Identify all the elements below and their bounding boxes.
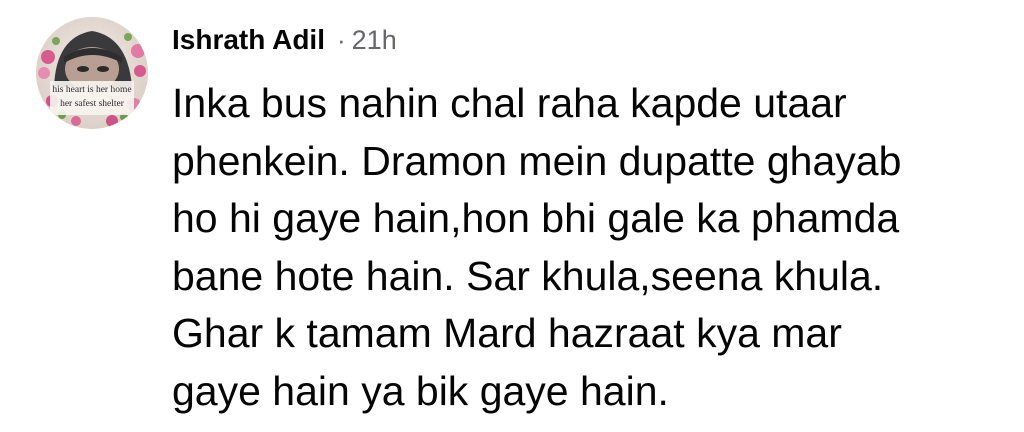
avatar[interactable]: his heart is her home her safest shelter xyxy=(36,17,148,129)
separator-dot: · xyxy=(336,24,346,55)
author-name[interactable]: Ishrath Adil xyxy=(172,24,325,56)
profile-photo-icon xyxy=(36,17,148,129)
comment-header: Ishrath Adil · 21h xyxy=(172,18,397,62)
comment-text: Inka bus nahin chal raha kapde utaar phe… xyxy=(172,80,902,414)
avatar-caption: his heart is her home her safest shelter xyxy=(52,85,132,109)
timestamp[interactable]: 21h xyxy=(352,25,397,56)
comment: his heart is her home her safest shelter… xyxy=(0,0,1024,432)
